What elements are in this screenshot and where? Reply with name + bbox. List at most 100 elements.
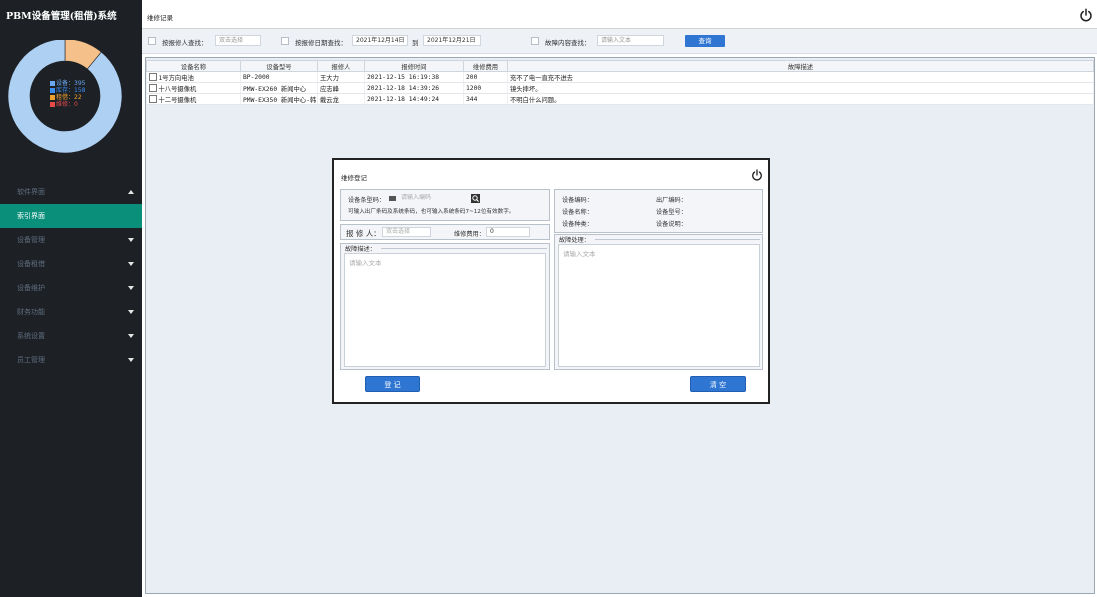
- fee-input[interactable]: 0: [486, 227, 530, 237]
- desc-filter-label: 故障内容查找：: [545, 39, 591, 47]
- sidebar-item-3[interactable]: 设备租借: [0, 252, 142, 276]
- table-cell: 戴云龙: [317, 93, 365, 105]
- caret-down-icon: [128, 358, 134, 362]
- fault-handle-textarea[interactable]: 请输入文本: [558, 244, 760, 367]
- sidebar-item-5[interactable]: 财务功能: [0, 300, 142, 324]
- table-cell: 应志峰: [317, 82, 365, 94]
- table-header-cell[interactable]: 维修费用: [463, 60, 508, 72]
- table-header-cell[interactable]: 故障描述: [507, 60, 1094, 72]
- table-cell-text: 2021-12-18 14:39:26: [367, 84, 440, 92]
- sidebar-item-6[interactable]: 系统设置: [0, 324, 142, 348]
- caret-down-icon: [128, 262, 134, 266]
- table-row[interactable]: 十八号摄像机 PMW-EX260 新闻中心 应志峰 2021-12-18 14:39:…: [146, 82, 1094, 94]
- search-icon[interactable]: [471, 194, 480, 203]
- row-checkbox[interactable]: [148, 72, 157, 81]
- clear-button[interactable]: 清 空: [690, 376, 746, 392]
- table-cell-text: BP-2000: [243, 73, 270, 81]
- main-area: 维修记录 按报修人查找： 双击选择 按报修日期查找： 2021年12月14日 到…: [142, 0, 1097, 597]
- table-cell-text: 戴云龙: [320, 96, 339, 104]
- sidebar-item-4[interactable]: 设备维护: [0, 276, 142, 300]
- device-type-label: 设备种类：: [562, 221, 593, 228]
- factory-code-label: 出厂编码：: [656, 197, 687, 204]
- sidebar-item-1[interactable]: 索引界面: [0, 204, 142, 228]
- table-cell: 200: [463, 71, 508, 83]
- table-cell-text: 2021-12-15 16:19:38: [367, 73, 440, 81]
- sidebar-item-label: 软件界面: [17, 188, 45, 196]
- device-model-label: 设备型号：: [656, 209, 687, 216]
- date-to-label: 到: [412, 39, 419, 47]
- table-cell: 2021-12-18 14:49:24: [364, 93, 464, 105]
- sidebar-item-label: 员工管理: [17, 356, 45, 364]
- table-cell: 镜头摔坏。: [507, 82, 1094, 94]
- date-filter-checkbox[interactable]: [281, 37, 289, 45]
- table-cell-text: PMW-EX350 新闻中心-韩: [243, 96, 317, 104]
- table-cell-text: 2021-12-18 14:49:24: [367, 95, 440, 103]
- device-info-panel: 设备编码： 出厂编码： 设备名称： 设备型号： 设备种类： 设备说明：: [554, 189, 763, 233]
- legend-label: 设备：395: [56, 80, 86, 87]
- table-row[interactable]: 十二号摄像机 PMW-EX350 新闻中心-韩 戴云龙 2021-12-18 14:4…: [146, 93, 1094, 105]
- legend-swatch: [50, 80, 55, 86]
- fee-label: 维修费用：: [454, 231, 485, 238]
- reporter-input[interactable]: 双击选择: [382, 227, 431, 237]
- table-cell: 1200: [463, 82, 508, 94]
- table-cell: PMW-EX260 新闻中心: [240, 82, 318, 94]
- query-button[interactable]: 查询: [685, 35, 725, 47]
- date-from-input[interactable]: 2021年12月14日: [352, 35, 408, 46]
- fault-desc-label: 故障描述：: [345, 246, 376, 253]
- table-header-cell[interactable]: 报修时间: [364, 60, 464, 72]
- reporter-label: 报 修 人：: [346, 229, 381, 238]
- sidebar-nav: 软件界面索引界面 设备管理设备租借设备维护财务功能系统设置员工管理: [0, 180, 142, 372]
- table-cell: 2021-12-15 16:19:38: [364, 71, 464, 83]
- reporter-filter-label: 按报修人查找：: [162, 39, 208, 47]
- fault-desc-textarea[interactable]: 请输入文本: [344, 253, 546, 367]
- table-cell-text: 十八号摄像机: [158, 85, 197, 93]
- reporter-filter-input[interactable]: 双击选择: [215, 35, 261, 46]
- table-row[interactable]: 1号方向电池 BP-2000 王大力 2021-12-15 16:19:38 200 充不…: [146, 71, 1094, 83]
- fault-desc-panel: 故障描述： 请输入文本: [340, 243, 550, 370]
- dialog-title: 维修登记: [341, 174, 367, 182]
- table-cell: 充不了电一直充不进去: [507, 71, 1094, 83]
- table-cell-text: 十二号摄像机: [158, 96, 197, 104]
- barcode-panel: 设备条型码： 请输入编码 可输入出厂条码及系统条码，也可输入系统条码7~12位有…: [340, 189, 550, 221]
- reporter-filter-checkbox[interactable]: [148, 37, 156, 45]
- barcode-hint: 可输入出厂条码及系统条码，也可输入系统条码7~12位有效数字。: [348, 209, 515, 215]
- table-cell-text: 1200: [466, 84, 482, 92]
- table-header-cell[interactable]: 设备型号: [240, 60, 318, 72]
- row-checkbox[interactable]: [148, 83, 157, 92]
- legend-swatch: [50, 94, 55, 100]
- barcode-input[interactable]: 请输入编码: [398, 194, 466, 204]
- table-header-cell[interactable]: 报修人: [317, 60, 365, 72]
- register-button[interactable]: 登 记: [365, 376, 420, 392]
- table-cell: 1号方向电池: [146, 71, 241, 83]
- sidebar-item-label: 设备维护: [17, 284, 45, 292]
- desc-filter-input[interactable]: 请输入文本: [597, 35, 664, 46]
- sidebar-item-label: 财务功能: [17, 308, 45, 316]
- table-cell: 2021-12-18 14:39:26: [364, 82, 464, 94]
- stats-legend-item: 库存：158: [50, 87, 85, 94]
- table-cell: 十八号摄像机: [146, 82, 241, 94]
- sidebar-item-2[interactable]: 设备管理: [0, 228, 142, 252]
- caret-down-icon: [128, 310, 134, 314]
- power-icon[interactable]: [1079, 8, 1093, 22]
- caret-up-icon: [128, 190, 134, 194]
- table-header-cell[interactable]: 设备名称: [146, 60, 241, 72]
- fault-handle-divider: [595, 239, 760, 240]
- sidebar-item-label: 系统设置: [17, 332, 45, 340]
- row-checkbox[interactable]: [148, 94, 157, 103]
- table-cell-text: 王大力: [320, 74, 339, 82]
- caret-down-icon: [128, 334, 134, 338]
- sidebar-item-7[interactable]: 员工管理: [0, 348, 142, 372]
- table-cell: 王大力: [317, 71, 365, 83]
- legend-swatch: [50, 101, 55, 107]
- desc-filter-checkbox[interactable]: [531, 37, 539, 45]
- sidebar-item-0[interactable]: 软件界面: [0, 180, 142, 204]
- date-to-input[interactable]: 2021年12月21日: [423, 35, 481, 46]
- dialog-close-power-icon[interactable]: [751, 169, 763, 181]
- sidebar-item-label: 设备租借: [17, 260, 45, 268]
- caret-down-icon: [128, 286, 134, 290]
- fault-handle-label: 故障处理：: [559, 237, 590, 244]
- barcode-icon: [389, 196, 396, 201]
- device-code-label: 设备编码：: [562, 197, 593, 204]
- stats-legend-item: 维修：0: [50, 101, 85, 108]
- records-table: 设备名称 设备型号 报修人 报修时间 维修费用 故障描述 1号方向电池 BP-2000 王大力 2…: [146, 60, 1094, 105]
